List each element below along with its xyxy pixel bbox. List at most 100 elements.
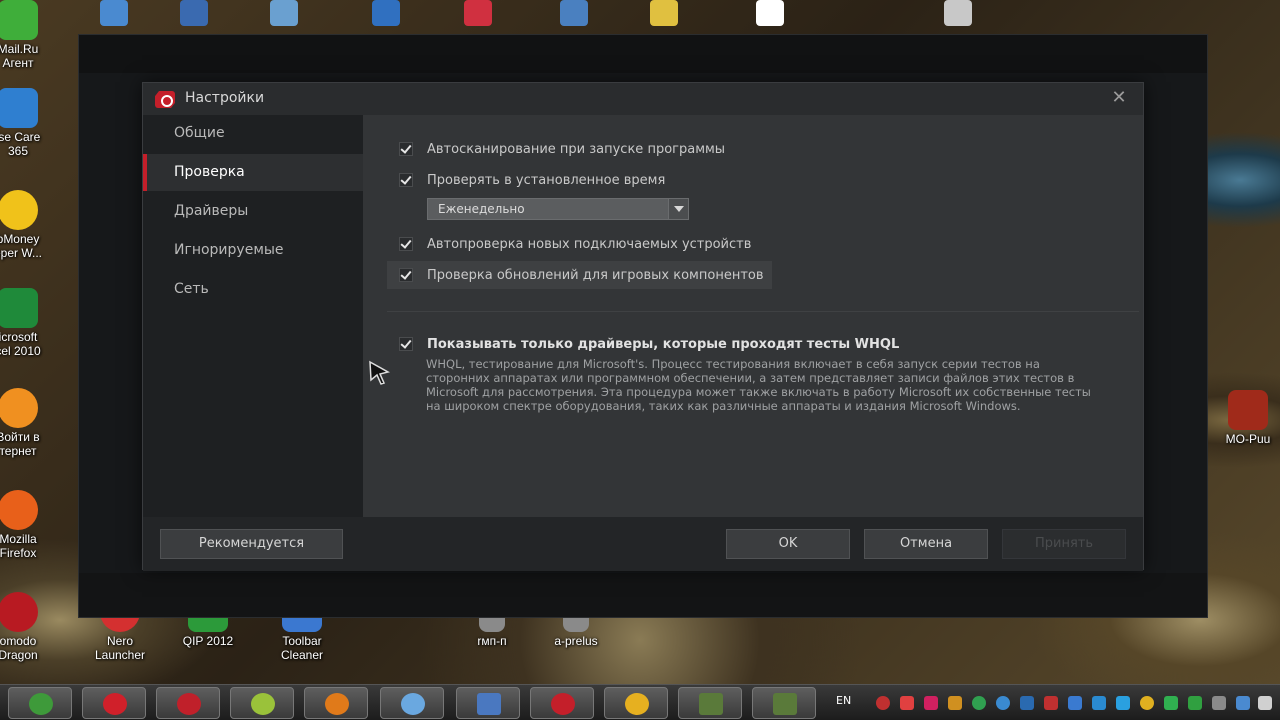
cancel-button[interactable]: Отмена xyxy=(864,529,988,559)
desktop-icon-firefox[interactable]: Mozilla Firefox xyxy=(0,490,54,560)
desktop-icon-label: Войти в тернет xyxy=(0,430,40,458)
scheduled-scan-label: Проверять в установленное время xyxy=(427,172,666,188)
autocheck-devices-label: Автопроверка новых подключаемых устройст… xyxy=(427,236,752,252)
option-whql-only[interactable]: Показывать только драйверы, которые прох… xyxy=(399,333,899,355)
webmoney-icon xyxy=(0,190,38,230)
autoscan-label: Автосканирование при запуске программы xyxy=(427,141,726,157)
tray-icon[interactable] xyxy=(1116,696,1130,710)
driver-booster-icon xyxy=(551,693,575,715)
app-icon[interactable] xyxy=(756,0,784,26)
nav-item-network[interactable]: Сеть xyxy=(143,271,363,308)
media-icon xyxy=(1228,390,1268,430)
settings-sidebar: Общие Проверка Драйверы Игнорируемые Сет… xyxy=(143,115,363,517)
desktop-icon-label: rмп-п xyxy=(477,634,507,648)
app-icon[interactable] xyxy=(464,0,492,26)
taskbar-app-gpu-2[interactable] xyxy=(752,687,816,719)
app-icon[interactable] xyxy=(100,0,128,26)
taskbar-app-opera[interactable] xyxy=(82,687,146,719)
game-updates-checkbox[interactable] xyxy=(399,268,413,282)
tray-icon[interactable] xyxy=(1092,696,1106,710)
nav-item-drivers[interactable]: Драйверы xyxy=(143,193,363,230)
desktop-icon-label: MO-Puu xyxy=(1225,432,1271,446)
apply-button[interactable]: Принять xyxy=(1002,529,1126,559)
desktop-icon-label: a-prelus xyxy=(554,634,598,648)
option-autoscan[interactable]: Автосканирование при запуске программы xyxy=(399,138,725,160)
nav-item-general[interactable]: Общие xyxy=(143,115,363,152)
gpu-app-icon xyxy=(773,693,797,715)
desktop-icon-comodo-dragon[interactable]: omodo Dragon xyxy=(0,592,54,662)
recommended-button[interactable]: Рекомендуется xyxy=(160,529,343,559)
language-indicator[interactable]: EN xyxy=(836,694,851,707)
app-icon[interactable] xyxy=(560,0,588,26)
ok-button[interactable]: OK xyxy=(726,529,850,559)
tray-icon[interactable] xyxy=(1212,696,1226,710)
scheduled-scan-checkbox[interactable] xyxy=(399,173,413,187)
tray-icon[interactable] xyxy=(948,696,962,710)
app-icon[interactable] xyxy=(372,0,400,26)
tray-icon[interactable] xyxy=(972,696,986,710)
game-updates-label: Проверка обновлений для игровых компонен… xyxy=(427,267,764,283)
desktop-icon-internet[interactable]: Войти в тернет xyxy=(0,388,54,458)
settings-content-panel: Автосканирование при запуске программы П… xyxy=(363,115,1143,517)
option-autocheck-devices[interactable]: Автопроверка новых подключаемых устройст… xyxy=(399,233,751,255)
nav-item-scan[interactable]: Проверка xyxy=(143,154,363,191)
desktop-icon-media[interactable]: MO-Puu xyxy=(1212,390,1280,446)
mail-agent-icon xyxy=(251,693,275,715)
tray-icon[interactable] xyxy=(1044,696,1058,710)
app-logo-icon xyxy=(155,91,175,108)
autocheck-devices-checkbox[interactable] xyxy=(399,237,413,251)
taskbar-app-comodo-dragon[interactable] xyxy=(156,687,220,719)
app-icon[interactable] xyxy=(180,0,208,26)
warning-icon xyxy=(625,693,649,715)
tray-icon[interactable] xyxy=(876,696,890,710)
desktop-icon-label: Mail.Ru Агент xyxy=(0,42,39,70)
desktop-icon-excel[interactable]: icrosoft cel 2010 xyxy=(0,288,54,358)
section-divider xyxy=(387,311,1139,312)
tray-icon[interactable] xyxy=(1020,696,1034,710)
app-icon[interactable] xyxy=(944,0,972,26)
app-icon[interactable] xyxy=(270,0,298,26)
tray-icon[interactable] xyxy=(1188,696,1202,710)
tray-icon[interactable] xyxy=(1164,696,1178,710)
taskbar-app-gpu-1[interactable] xyxy=(678,687,742,719)
chevron-down-icon[interactable] xyxy=(668,199,688,219)
dialog-title: Настройки xyxy=(185,90,265,106)
tray-icon[interactable] xyxy=(900,696,914,710)
nav-item-ignored[interactable]: Игнорируемые xyxy=(143,232,363,269)
tray-icon[interactable] xyxy=(1236,696,1250,710)
dialog-titlebar: Настройки ✕ xyxy=(143,83,1143,115)
taskbar-app-warning[interactable] xyxy=(604,687,668,719)
option-game-updates[interactable]: Проверка обновлений для игровых компонен… xyxy=(387,261,772,289)
mouse-cursor-icon xyxy=(369,360,390,385)
schedule-frequency-value: Еженедельно xyxy=(438,202,525,216)
taskbar-app-driver-booster[interactable] xyxy=(530,687,594,719)
autoscan-checkbox[interactable] xyxy=(399,142,413,156)
option-scheduled-scan[interactable]: Проверять в установленное время xyxy=(399,169,665,191)
tray-icon[interactable] xyxy=(1068,696,1082,710)
host-app-titlebar xyxy=(79,35,1207,73)
colorful-app-icon xyxy=(325,693,349,715)
firefox-icon xyxy=(0,490,38,530)
tray-icon[interactable] xyxy=(924,696,938,710)
desktop-icon-label: bMoney eper W... xyxy=(0,232,43,260)
taskbar-app-mail-agent[interactable] xyxy=(230,687,294,719)
internet-icon xyxy=(0,388,38,428)
taskbar-app-colorful[interactable] xyxy=(304,687,368,719)
desktop-icon-label: Toolbar Cleaner xyxy=(280,634,324,662)
wise-care-icon xyxy=(0,88,38,128)
desktop-icon-label: QIP 2012 xyxy=(182,634,234,648)
taskbar-app-network[interactable] xyxy=(456,687,520,719)
taskbar: EN xyxy=(0,684,1280,720)
comodo-dragon-icon xyxy=(177,693,201,715)
tray-icon[interactable] xyxy=(1258,696,1272,710)
app-icon[interactable] xyxy=(650,0,678,26)
desktop-icon-webmoney[interactable]: bMoney eper W... xyxy=(0,190,54,260)
schedule-frequency-select[interactable]: Еженедельно xyxy=(427,198,689,220)
desktop-icon-wise-care[interactable]: ise Care 365 xyxy=(0,88,54,158)
taskbar-app-messenger[interactable] xyxy=(380,687,444,719)
tray-icon[interactable] xyxy=(1140,696,1154,710)
close-icon[interactable]: ✕ xyxy=(1109,88,1129,108)
tray-icon[interactable] xyxy=(996,696,1010,710)
whql-only-checkbox[interactable] xyxy=(399,337,413,351)
taskbar-app-chrome[interactable] xyxy=(8,687,72,719)
